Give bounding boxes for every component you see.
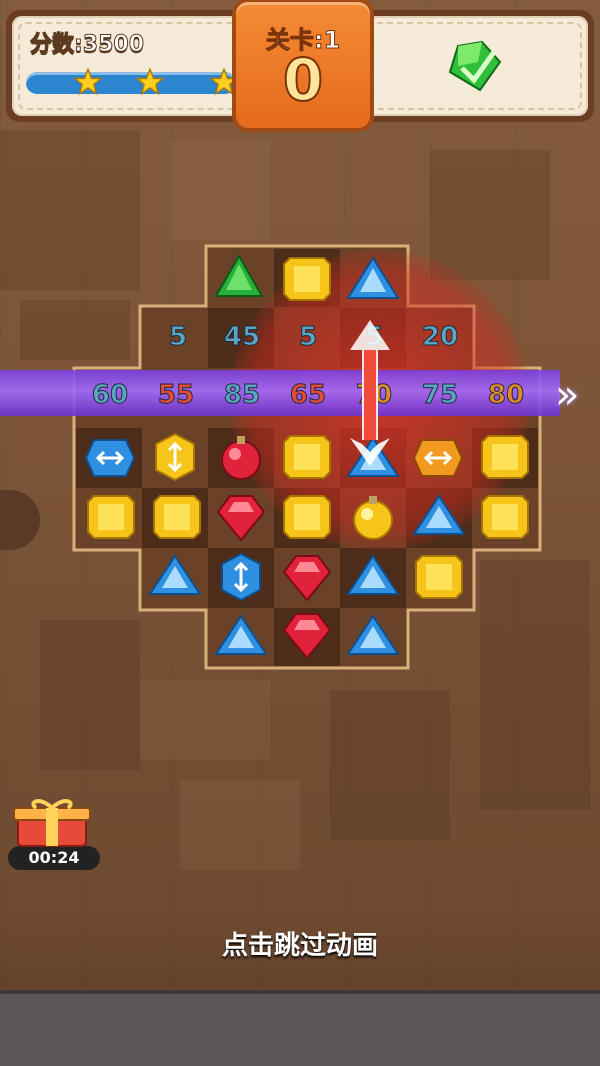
blue-triangle-gem[interactable] [148,554,202,598]
blue-vertical-striped-gem[interactable] [220,552,262,602]
blue-triangle-gem[interactable] [346,554,400,598]
combo-score: 60 [91,380,129,411]
star-icon [74,68,102,96]
blue-triangle-gem[interactable] [346,614,400,658]
yellow-square-gem[interactable] [282,434,332,480]
yellow-square-gem[interactable] [282,256,332,302]
orange-horizontal-striped-gem[interactable] [412,438,464,478]
beam-arrow-icon: » [555,372,580,418]
yellow-square-gem[interactable] [480,434,530,480]
row-score: 5 [298,322,318,353]
blue-triangle-gem[interactable] [214,614,268,658]
score-progress-bar [26,72,236,94]
combo-score: 85 [223,380,261,411]
combo-score: 75 [421,380,459,411]
skip-animation-hint[interactable]: 点击跳过动画 [0,925,600,962]
star-icon [136,68,164,96]
combo-score: 80 [487,380,525,411]
yellow-square-gem[interactable] [414,554,464,600]
gift-box-icon[interactable] [12,796,92,848]
yellow-bomb-gem[interactable] [348,492,398,542]
yellow-vertical-striped-gem[interactable] [154,432,196,482]
yellow-square-gem[interactable] [86,494,136,540]
yellow-square-gem[interactable] [152,494,202,540]
blue-triangle-gem[interactable] [346,256,400,302]
star-icon [210,68,238,96]
red-gem[interactable] [282,552,332,602]
yellow-square-gem[interactable] [282,494,332,540]
red-gem[interactable] [282,610,332,660]
blue-horizontal-striped-gem[interactable] [84,438,136,478]
combo-score: 55 [157,380,195,411]
score-label: 分数:3500 [29,32,145,58]
blue-triangle-gem[interactable] [412,494,466,538]
row-score: 45 [223,322,261,353]
bottom-floor [0,990,600,1066]
red-bomb-gem[interactable] [216,432,266,482]
combo-score: 65 [289,380,327,411]
green-gem-target-icon [448,40,502,92]
bonus-timer: 00:24 [8,846,100,870]
vertical-rocket-effect [350,320,390,466]
yellow-square-gem[interactable] [480,494,530,540]
moves-counter: 0 [282,45,324,115]
row-score: 5 [168,322,188,353]
red-gem[interactable] [216,492,266,542]
level-panel: 关卡:1 0 [236,2,370,128]
green-triangle-gem[interactable] [214,254,264,302]
row-score: 20 [421,322,459,353]
